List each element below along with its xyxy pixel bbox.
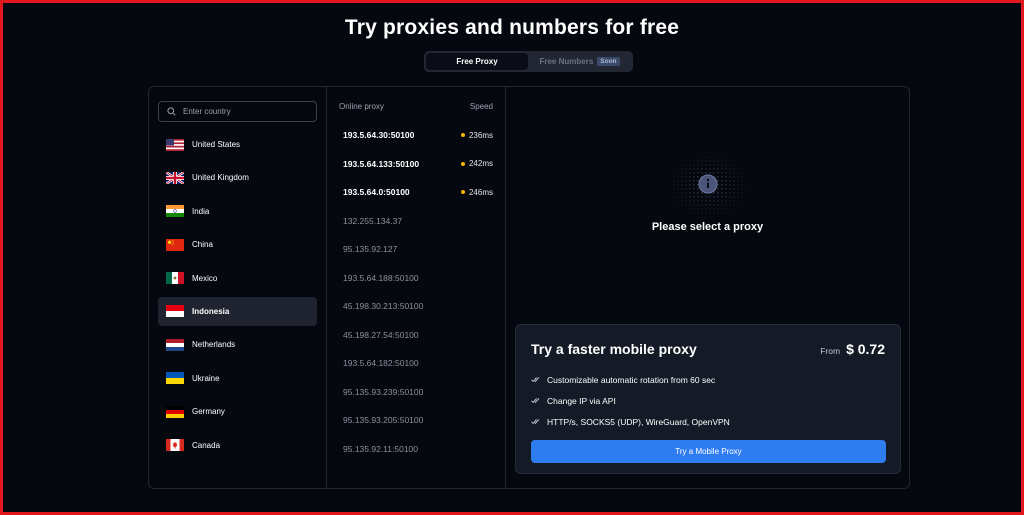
search-icon xyxy=(167,107,176,116)
cn-flag-icon xyxy=(166,238,184,251)
country-item[interactable]: United States xyxy=(158,130,317,159)
double-check-icon xyxy=(531,419,540,425)
proxy-speed: 236ms xyxy=(460,130,493,140)
country-label: Germany xyxy=(192,407,225,417)
proxy-speed-value: 242ms xyxy=(468,159,493,169)
id-flag-icon xyxy=(166,305,184,318)
proxy-address: 45.198.27.54:50100 xyxy=(343,329,419,340)
page-title: Try proxies and numbers for free xyxy=(344,16,680,39)
ca-flag-icon xyxy=(166,439,184,452)
proxy-row[interactable]: 132.255.134.37 xyxy=(339,207,493,236)
proxy-address: 193.5.64.30:50100 xyxy=(343,130,415,141)
status-dot-icon xyxy=(460,133,465,138)
proxy-address: 95.135.93.205:50100 xyxy=(343,415,424,426)
promo-feature: HTTP/s, SOCKS5 (UDP), WireGuard, OpenVPN xyxy=(531,411,885,432)
double-check-icon xyxy=(531,377,540,383)
proxy-detail: Please select a proxy Try a faster mobil… xyxy=(506,87,909,488)
proxy-row[interactable]: 95.135.92.127 xyxy=(339,235,493,264)
proxy-speed-value: 236ms xyxy=(468,130,493,140)
country-label: Ukraine xyxy=(192,373,220,383)
speed-column-header: Speed xyxy=(469,102,493,111)
country-item[interactable]: China xyxy=(158,230,317,259)
country-item[interactable]: Mexico xyxy=(158,264,317,293)
free-numbers-label: Free Numbers xyxy=(539,57,594,66)
country-list: Enter country United States United Kingdo… xyxy=(149,87,327,488)
free-numbers-tab[interactable]: Free Numbers Soon xyxy=(528,53,631,70)
promo-feature-text: Change IP via API xyxy=(547,395,616,406)
country-item[interactable]: United Kingdom xyxy=(158,163,317,192)
status-dot-icon xyxy=(460,161,465,166)
promo-feature-text: HTTP/s, SOCKS5 (UDP), WireGuard, OpenVPN xyxy=(547,416,730,427)
country-item[interactable]: Canada xyxy=(158,431,317,460)
soon-badge: Soon xyxy=(597,57,620,66)
promo-title: Try a faster mobile proxy xyxy=(531,341,697,357)
price-from-label: From xyxy=(820,346,841,356)
proxy-address: 95.135.92.127 xyxy=(343,244,398,255)
proxy-address: 193.5.64.182:50100 xyxy=(343,358,419,369)
mobile-proxy-promo: Try a faster mobile proxy From $ 0.72 Cu… xyxy=(515,324,901,474)
free-proxy-tab[interactable]: Free Proxy xyxy=(426,53,528,70)
country-label: China xyxy=(192,240,213,250)
in-flag-icon xyxy=(166,205,184,218)
country-label: Netherlands xyxy=(192,340,236,350)
status-dot-icon xyxy=(460,190,465,195)
country-label: Indonesia xyxy=(192,306,230,316)
country-item[interactable]: Ukraine xyxy=(158,364,317,393)
de-flag-icon xyxy=(166,405,184,418)
select-proxy-message: Please select a proxy xyxy=(651,221,764,233)
proxy-address: 193.5.64.0:50100 xyxy=(343,187,410,198)
mode-toggle: Free Proxy Free Numbers Soon xyxy=(424,51,633,72)
proxy-row[interactable]: 193.5.64.30:50100 236ms xyxy=(339,121,493,150)
promo-feature-text: Customizable automatic rotation from 60 … xyxy=(547,374,716,385)
country-search-input[interactable]: Enter country xyxy=(158,101,317,122)
proxy-list-header: Online proxy Speed xyxy=(339,102,493,111)
promo-feature: Customizable automatic rotation from 60 … xyxy=(531,369,885,390)
country-label: United States xyxy=(192,140,241,149)
mx-flag-icon xyxy=(166,272,184,285)
nl-flag-icon xyxy=(166,338,184,351)
proxy-row[interactable]: 193.5.64.0:50100 246ms xyxy=(339,178,493,207)
proxy-row[interactable]: 45.198.27.54:50100 xyxy=(339,321,493,350)
country-label: India xyxy=(192,206,210,216)
country-item[interactable]: Netherlands xyxy=(158,330,317,359)
promo-feature: Change IP via API xyxy=(531,390,885,411)
online-proxy-column-header: Online proxy xyxy=(339,102,384,111)
price-value: $ 0.72 xyxy=(846,341,885,357)
try-mobile-proxy-button[interactable]: Try a Mobile Proxy xyxy=(531,440,886,463)
country-label: United Kingdom xyxy=(192,173,249,183)
search-placeholder: Enter country xyxy=(183,107,231,116)
proxy-panel: Enter country United States United Kingdo… xyxy=(148,86,910,489)
proxy-address: 193.5.64.188:50100 xyxy=(343,272,419,283)
proxy-row[interactable]: 193.5.64.133:50100 242ms xyxy=(339,150,493,179)
proxy-address: 95.135.93.239:50100 xyxy=(343,386,424,397)
proxy-row[interactable]: 95.135.93.205:50100 xyxy=(339,406,493,435)
country-label: Canada xyxy=(192,440,221,450)
proxy-list: Online proxy Speed 193.5.64.30:50100 236m… xyxy=(327,87,506,488)
proxy-row[interactable]: 193.5.64.188:50100 xyxy=(339,264,493,293)
proxy-row[interactable]: 95.135.92.11:50100 xyxy=(339,435,493,464)
proxy-row[interactable]: 193.5.64.182:50100 xyxy=(339,349,493,378)
proxy-speed: 246ms xyxy=(460,187,493,197)
country-item[interactable]: Germany xyxy=(158,397,317,426)
gb-flag-icon xyxy=(165,170,185,185)
promo-price: From $ 0.72 xyxy=(820,341,885,357)
proxy-speed: 242ms xyxy=(460,159,493,169)
ua-flag-icon xyxy=(166,372,184,385)
country-item[interactable]: India xyxy=(158,197,317,226)
us-flag-icon xyxy=(166,138,184,151)
info-icon xyxy=(669,152,747,218)
country-item[interactable]: Indonesia xyxy=(158,296,317,326)
proxy-address: 95.135.92.11:50100 xyxy=(343,443,418,454)
country-label: Mexico xyxy=(192,273,218,283)
proxy-address: 132.255.134.37 xyxy=(343,215,403,226)
proxy-row[interactable]: 45.198.30.213:50100 xyxy=(339,292,493,321)
proxy-speed-value: 246ms xyxy=(468,187,493,197)
proxy-row[interactable]: 95.135.93.239:50100 xyxy=(339,378,493,407)
double-check-icon xyxy=(531,398,540,404)
proxy-address: 45.198.30.213:50100 xyxy=(343,301,424,312)
proxy-address: 193.5.64.133:50100 xyxy=(343,158,420,169)
